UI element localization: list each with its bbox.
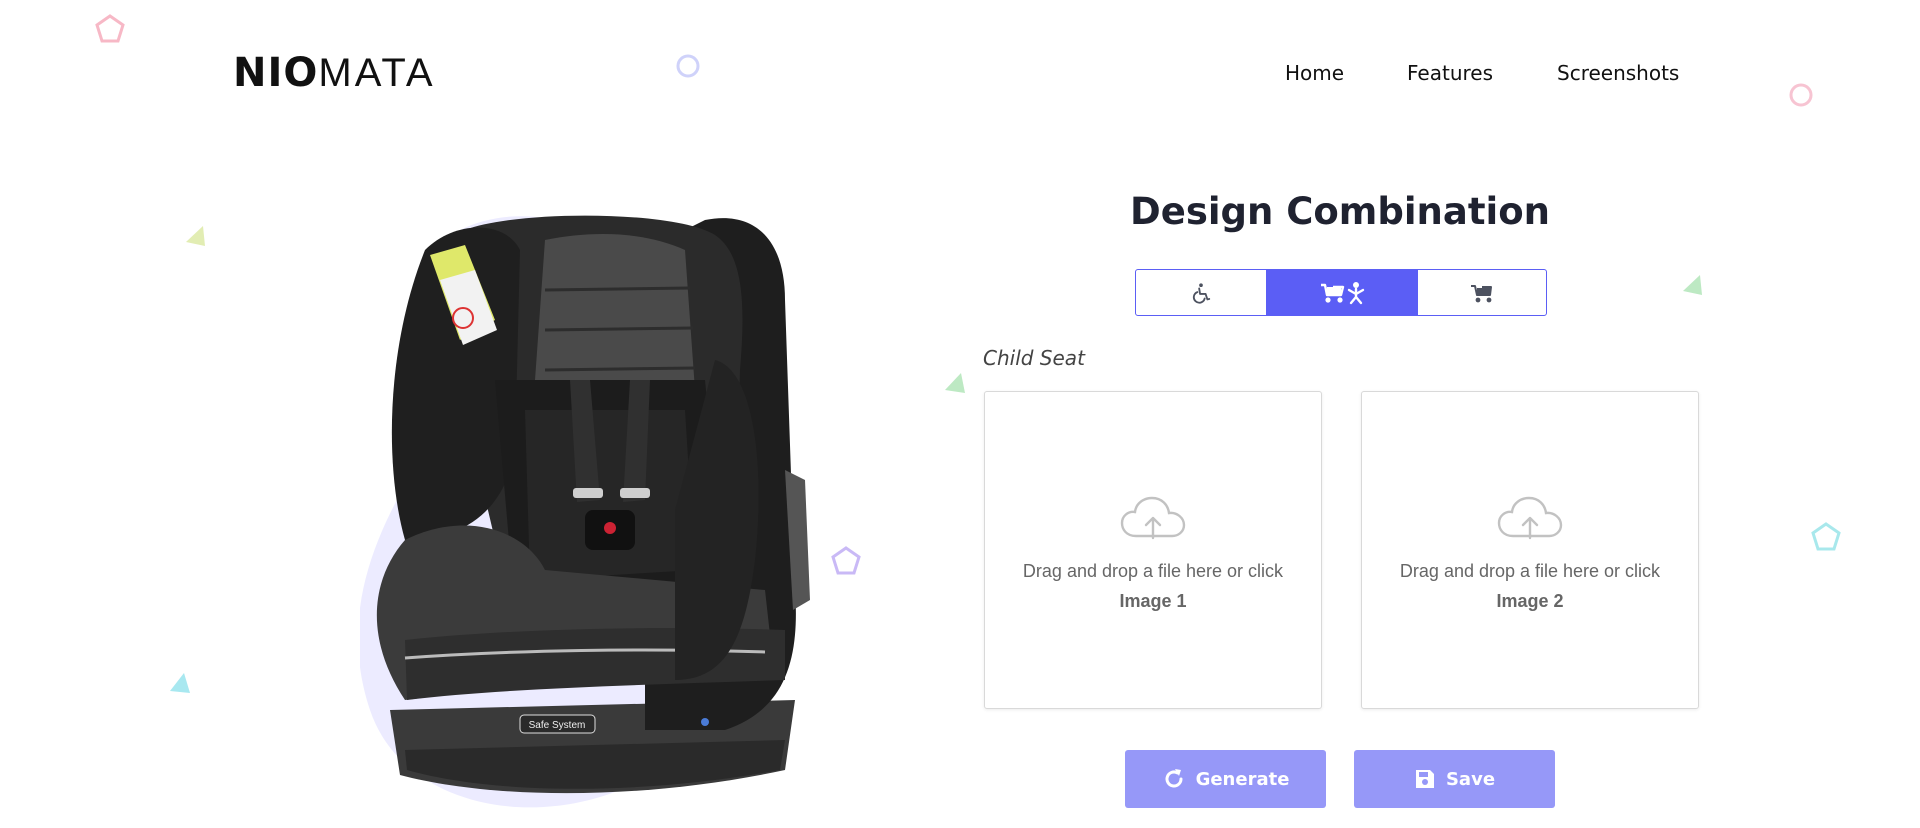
nav-item-home[interactable]: Home (1285, 58, 1344, 88)
section-label: Child Seat (983, 346, 1085, 370)
generate-button[interactable]: Generate (1125, 750, 1326, 808)
dropzone-name: Image 1 (1119, 591, 1187, 611)
dropzone-hint: Drag and drop a file here or click (1022, 561, 1284, 581)
nav-item-features[interactable]: Features (1407, 58, 1493, 88)
stroller-icon (1471, 284, 1492, 302)
seat-brand-label: Safe System (529, 720, 586, 731)
generate-button-label: Generate (1195, 768, 1290, 790)
triangle-deco-green-2 (945, 373, 965, 393)
dropzone-hint: Drag and drop a file here or click (1399, 561, 1661, 581)
mode-option-stroller-baby[interactable] (1267, 270, 1417, 315)
save-button[interactable]: Save (1354, 750, 1555, 808)
dropzone-image-2[interactable]: Drag and drop a file here or click Image… (1361, 391, 1699, 709)
wheelchair-icon (1192, 282, 1211, 304)
floppy-disk-icon (1415, 770, 1434, 788)
save-button-label: Save (1445, 768, 1496, 790)
mode-toggle-group (1135, 269, 1547, 316)
cloud-upload-icon (1120, 496, 1186, 540)
nav-item-screenshots[interactable]: Screenshots (1557, 58, 1679, 88)
logo-bold-text: NIO (233, 50, 319, 96)
triangle-deco-teal (170, 673, 190, 693)
dropzone-image-1[interactable]: Drag and drop a file here or click Image… (984, 391, 1322, 709)
cloud-upload-icon (1497, 496, 1563, 540)
brand-logo[interactable]: NIOMATA (233, 52, 436, 94)
triangle-deco-lime (186, 226, 205, 246)
mode-option-stroller[interactable] (1417, 270, 1546, 315)
dropzone-name: Image 2 (1496, 591, 1564, 611)
stroller-baby-icon (1321, 281, 1365, 304)
refresh-icon (1165, 769, 1183, 788)
circle-deco-pink (1789, 83, 1813, 107)
logo-thin-text: MATA (318, 51, 436, 95)
circle-deco-lavender (676, 54, 700, 78)
pentagon-deco-pink (95, 14, 125, 43)
mode-option-wheelchair[interactable] (1136, 270, 1267, 315)
child-car-seat-image: Safe System (376, 215, 810, 794)
triangle-deco-green (1683, 275, 1702, 295)
page-title: Design Combination (1130, 190, 1550, 233)
pentagon-deco-teal (1811, 522, 1841, 551)
